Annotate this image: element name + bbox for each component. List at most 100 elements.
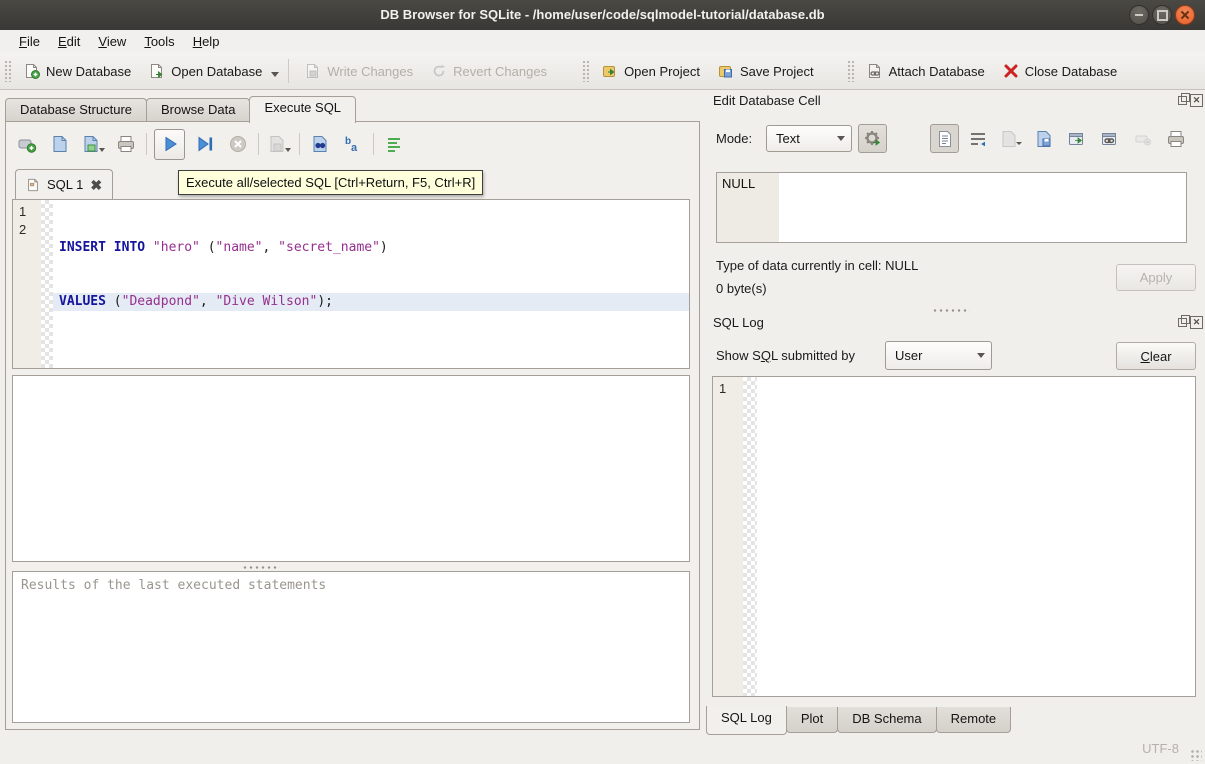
revert-changes-button[interactable]: Revert Changes: [422, 58, 556, 84]
close-database-icon: [1003, 63, 1019, 79]
log-text-area: [757, 377, 1195, 696]
sql-log-float-icon[interactable]: [1176, 316, 1189, 329]
toolbar-drag-handle[interactable]: [4, 60, 11, 82]
save-sql-file-button[interactable]: [80, 131, 106, 157]
app-window: DB Browser for SQLite - /home/user/code/…: [0, 0, 1205, 764]
write-changes-button[interactable]: Write Changes: [296, 58, 422, 84]
resize-grip[interactable]: [1189, 748, 1202, 761]
dock-splitter[interactable]: [932, 308, 970, 314]
sql-tab-close-icon[interactable]: ✖: [90, 178, 102, 192]
export-icon: [1067, 129, 1087, 149]
cell-value-editor[interactable]: NULL: [716, 172, 1187, 243]
menu-tools[interactable]: Tools: [135, 32, 183, 51]
tab-remote[interactable]: Remote: [936, 707, 1012, 733]
open-database-dropdown[interactable]: [271, 72, 279, 81]
sql-log-editor[interactable]: 1: [712, 376, 1196, 697]
find-icon: [310, 134, 330, 154]
edit-cell-title: Edit Database Cell: [713, 93, 821, 108]
export-button[interactable]: [1062, 124, 1091, 153]
print-sql-button[interactable]: [113, 131, 139, 157]
execute-sql-button[interactable]: [154, 129, 185, 160]
new-database-button[interactable]: New Database: [15, 58, 140, 84]
mode-label: Mode:: [716, 131, 752, 146]
format-sql-button[interactable]: [381, 131, 407, 157]
open-sql-file-button[interactable]: [47, 131, 73, 157]
attach-database-button[interactable]: Attach Database: [858, 58, 994, 84]
link-button[interactable]: [1095, 124, 1124, 153]
sql-code-editor[interactable]: 1 2 INSERT INTO "hero" ("name", "secret_…: [12, 199, 690, 369]
stop-sql-button[interactable]: [225, 131, 251, 157]
line-number: 1: [719, 380, 743, 398]
line-number: 1: [19, 203, 41, 221]
auto-apply-button[interactable]: [858, 124, 887, 153]
sql-line-1: INSERT INTO "hero" ("name", "secret_name…: [53, 239, 689, 257]
menu-help[interactable]: Help: [184, 32, 229, 51]
sql-toolbar-separator: [146, 133, 147, 155]
chevron-down-icon: [837, 136, 845, 145]
open-database-button[interactable]: Open Database: [140, 58, 271, 84]
sql-document-tab[interactable]: SQL 1 ✖: [15, 169, 113, 199]
close-database-button[interactable]: Close Database: [994, 58, 1127, 84]
edit-cell-float-icon[interactable]: [1176, 94, 1189, 107]
toolbar-drag-handle[interactable]: [847, 60, 854, 82]
set-null-button[interactable]: [1128, 124, 1157, 153]
word-wrap-icon: [968, 129, 988, 149]
minimize-button[interactable]: [1129, 5, 1149, 25]
save-sql-dropdown[interactable]: [99, 148, 105, 155]
cell-value: NULL: [722, 176, 755, 191]
open-sql-file-icon: [50, 134, 70, 154]
tab-browse-data[interactable]: Browse Data: [146, 98, 250, 122]
chevron-down-icon: [977, 353, 985, 362]
open-project-icon: [602, 63, 618, 79]
attach-database-icon: [867, 63, 883, 79]
toolbar-drag-handle[interactable]: [582, 60, 589, 82]
menu-edit[interactable]: Edit: [49, 32, 89, 51]
main-tab-bar: Database Structure Browse Data Execute S…: [5, 96, 355, 122]
import-data-button[interactable]: [996, 124, 1025, 153]
new-sql-tab-button[interactable]: [14, 131, 40, 157]
tab-database-structure[interactable]: Database Structure: [5, 98, 147, 122]
sql-code-area[interactable]: INSERT INTO "hero" ("name", "secret_name…: [53, 200, 689, 368]
menu-view[interactable]: View: [89, 32, 135, 51]
edit-cell-close-icon[interactable]: ✕: [1190, 94, 1203, 107]
tab-plot[interactable]: Plot: [786, 707, 838, 733]
revert-changes-icon: [431, 63, 447, 79]
sql-log-close-icon[interactable]: ✕: [1190, 316, 1203, 329]
execution-results-pane[interactable]: Results of the last executed statements: [12, 571, 690, 723]
menu-file[interactable]: File: [10, 32, 49, 51]
tab-execute-sql[interactable]: Execute SQL: [249, 96, 356, 123]
execute-current-line-icon: [195, 134, 215, 154]
log-filter-combobox[interactable]: User: [885, 341, 992, 370]
tab-sql-log[interactable]: SQL Log: [706, 706, 787, 735]
tab-db-schema[interactable]: DB Schema: [837, 707, 936, 733]
text-mode-button[interactable]: [930, 124, 959, 153]
execute-all-icon: [160, 134, 180, 154]
save-results-button[interactable]: [266, 131, 292, 157]
sql-tab-label: SQL 1: [47, 177, 83, 192]
word-wrap-button[interactable]: [963, 124, 992, 153]
save-as-button[interactable]: [1029, 124, 1058, 153]
menubar: File Edit View Tools Help: [0, 30, 1205, 53]
sql-line-2: VALUES ("Deadpond", "Dive Wilson");: [53, 293, 689, 311]
print-cell-button[interactable]: [1161, 124, 1190, 153]
find-replace-icon: ba: [343, 134, 363, 154]
cell-type-info: Type of data currently in cell: NULL: [716, 258, 918, 273]
mode-combobox[interactable]: Text: [766, 125, 852, 152]
sql-editor-toolbar: ba: [14, 127, 407, 161]
save-sql-file-icon: [81, 134, 101, 154]
line-number: 2: [19, 221, 41, 239]
save-project-button[interactable]: Save Project: [709, 58, 823, 84]
query-results-grid[interactable]: [12, 375, 690, 562]
close-button[interactable]: [1175, 5, 1195, 25]
maximize-button[interactable]: [1152, 5, 1172, 25]
clear-log-button[interactable]: Clear: [1116, 342, 1196, 370]
execute-current-line-button[interactable]: [192, 131, 218, 157]
sql-toolbar-separator: [299, 133, 300, 155]
find-replace-button[interactable]: ba: [340, 131, 366, 157]
open-project-button[interactable]: Open Project: [593, 58, 709, 84]
log-line-number-gutter: 1: [713, 377, 743, 696]
apply-button[interactable]: Apply: [1116, 264, 1196, 291]
sql-toolbar-separator: [258, 133, 259, 155]
titlebar: DB Browser for SQLite - /home/user/code/…: [0, 0, 1205, 31]
find-button[interactable]: [307, 131, 333, 157]
